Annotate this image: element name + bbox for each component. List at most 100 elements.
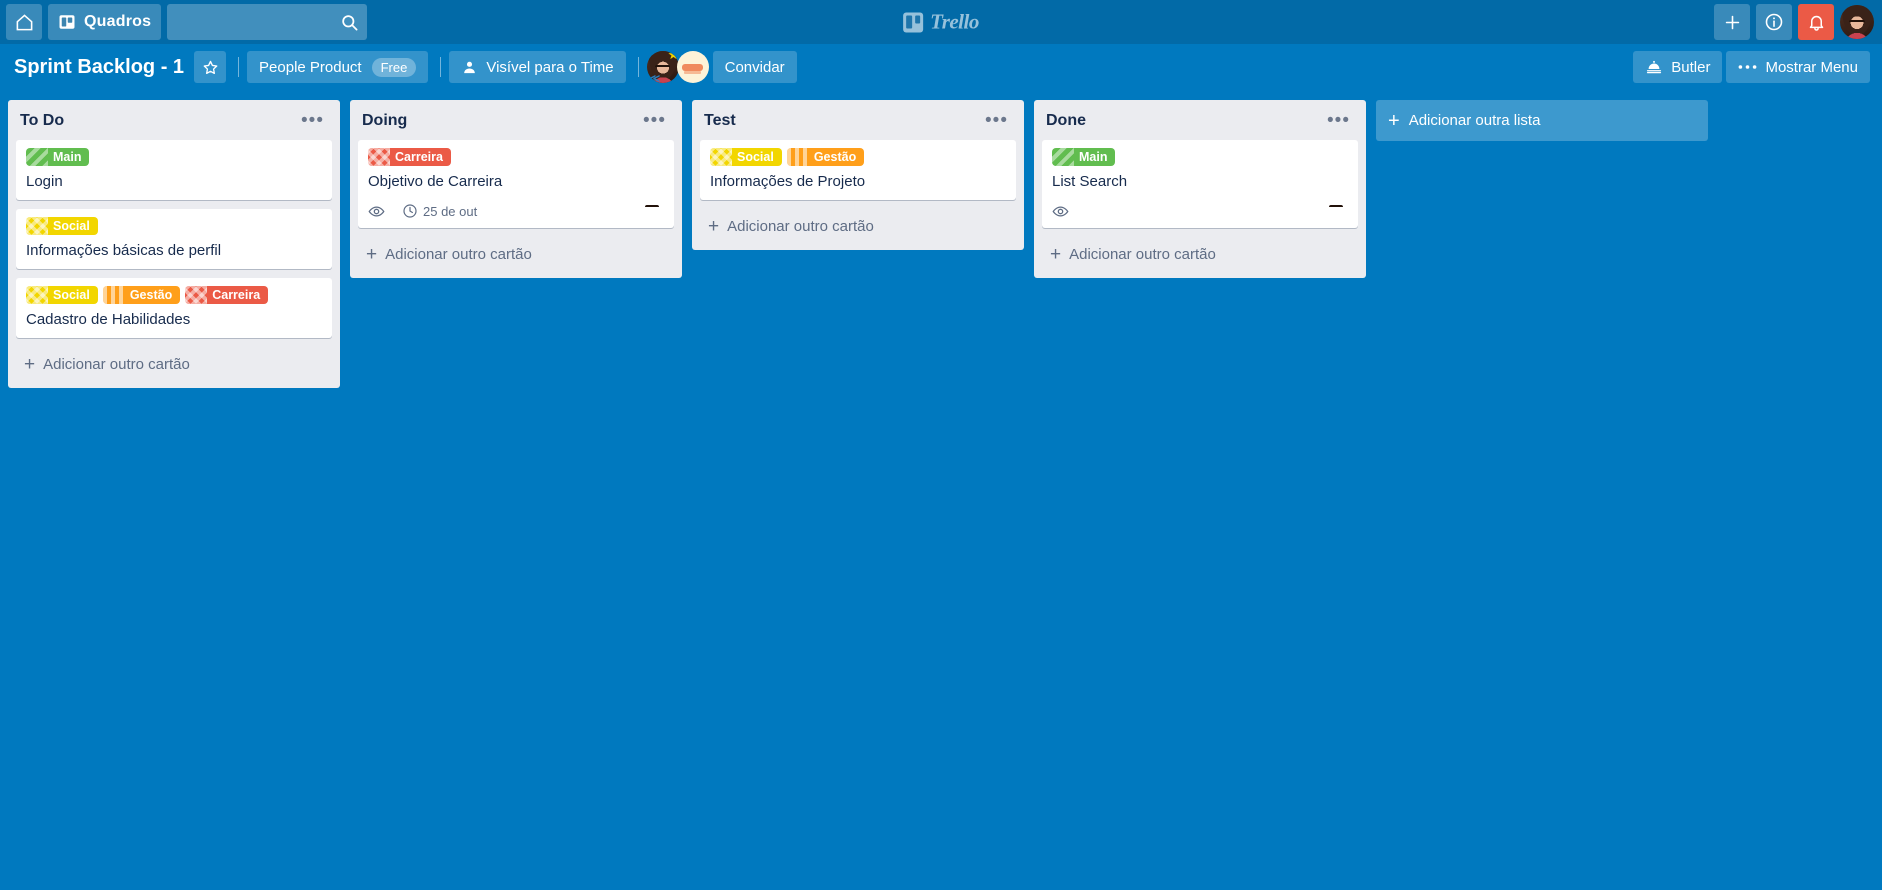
butler-dome-icon bbox=[1645, 58, 1663, 76]
team-button[interactable]: People Product Free bbox=[247, 51, 429, 83]
list-header: Test ••• bbox=[692, 100, 1024, 140]
list-menu-button[interactable]: ••• bbox=[295, 111, 330, 130]
header-right-actions bbox=[1714, 4, 1876, 40]
list-header: Doing ••• bbox=[350, 100, 682, 140]
card-label-social[interactable]: Social bbox=[26, 286, 98, 304]
card-title: Objetivo de Carreira bbox=[368, 173, 503, 190]
label-text: Social bbox=[53, 219, 90, 233]
add-card-button[interactable]: + Adicionar outro cartão bbox=[696, 209, 1020, 244]
star-board-button[interactable] bbox=[194, 51, 227, 83]
info-icon bbox=[1764, 12, 1784, 32]
card-title: Informações de Projeto bbox=[710, 173, 866, 190]
list-title[interactable]: Done bbox=[1046, 112, 1321, 130]
card-label-main[interactable]: Main bbox=[1052, 148, 1116, 166]
boards-label: Quadros bbox=[84, 13, 152, 30]
search-icon[interactable] bbox=[337, 10, 361, 34]
card-member-avatar[interactable] bbox=[638, 193, 666, 221]
butler-button[interactable]: Butler bbox=[1633, 51, 1723, 83]
card-label-carreira[interactable]: Carreira bbox=[185, 286, 269, 304]
card[interactable]: Carreira Objetivo de Carreira 25 de out bbox=[358, 140, 674, 228]
invite-button[interactable]: Convidar bbox=[712, 51, 797, 83]
card-badge-eye-icon bbox=[368, 203, 390, 220]
board-title[interactable]: Sprint Backlog - 1 bbox=[8, 51, 194, 83]
list-menu-button[interactable]: ••• bbox=[637, 111, 672, 130]
card-label-social[interactable]: Social bbox=[710, 148, 782, 166]
member-avatar-admin[interactable]: ★ ≪ bbox=[646, 51, 679, 83]
card-badge-eye-icon bbox=[1052, 203, 1074, 220]
trello-logo-icon bbox=[903, 12, 924, 32]
plus-icon: + bbox=[708, 216, 720, 237]
visibility-button[interactable]: Visível para o Time bbox=[449, 51, 626, 83]
plan-badge: Free bbox=[371, 57, 417, 77]
card-badge-clock-icon: 25 de out bbox=[402, 203, 477, 219]
card-labels: Carreira bbox=[368, 148, 666, 166]
list-test: Test ••• Social Gestão Informações de Pr… bbox=[692, 100, 1024, 250]
list-menu-button[interactable]: ••• bbox=[1321, 111, 1356, 130]
list-title[interactable]: Test bbox=[704, 112, 979, 130]
card[interactable]: Social Gestão Informações de Projeto bbox=[700, 140, 1016, 200]
card-badges bbox=[1052, 200, 1350, 222]
board-icon bbox=[58, 13, 76, 31]
info-button[interactable] bbox=[1756, 4, 1792, 40]
team-name-label: People Product bbox=[259, 58, 362, 76]
add-button[interactable] bbox=[1714, 4, 1750, 40]
label-text: Main bbox=[1079, 150, 1108, 164]
card-label-social[interactable]: Social bbox=[26, 217, 98, 235]
home-button[interactable] bbox=[6, 4, 42, 40]
notifications-button[interactable] bbox=[1798, 4, 1834, 40]
add-another-list-button[interactable]: + Adicionar outra lista bbox=[1376, 100, 1708, 141]
card-member-avatar[interactable] bbox=[980, 165, 1008, 193]
search-container bbox=[167, 4, 368, 40]
list-menu-button[interactable]: ••• bbox=[979, 111, 1014, 130]
visibility-label: Visível para o Time bbox=[486, 58, 614, 76]
ellipsis-icon bbox=[1738, 64, 1757, 70]
label-text: Main bbox=[53, 150, 82, 164]
label-pattern-icon bbox=[368, 148, 390, 166]
board-members: ★ ≪ bbox=[646, 51, 709, 83]
card[interactable]: Social Gestão Carreira Cadastro de Habil… bbox=[16, 278, 332, 338]
add-card-label: Adicionar outro cartão bbox=[727, 218, 874, 235]
card[interactable]: Main List Search bbox=[1042, 140, 1358, 228]
card-title: List Search bbox=[1052, 173, 1128, 190]
add-card-button[interactable]: + Adicionar outro cartão bbox=[12, 347, 336, 382]
card-labels: Social Gestão bbox=[710, 148, 1008, 166]
card-label-gestão[interactable]: Gestão bbox=[102, 286, 181, 304]
eye-icon bbox=[368, 203, 385, 220]
trello-logo[interactable]: Trello bbox=[903, 10, 979, 35]
boards-button[interactable]: Quadros bbox=[48, 4, 162, 40]
add-card-button[interactable]: + Adicionar outro cartão bbox=[354, 237, 678, 272]
list-title[interactable]: Doing bbox=[362, 112, 637, 130]
label-text: Social bbox=[737, 150, 774, 164]
label-text: Social bbox=[53, 288, 90, 302]
card-label-main[interactable]: Main bbox=[26, 148, 90, 166]
card[interactable]: Main Login bbox=[16, 140, 332, 200]
list-cards: Carreira Objetivo de Carreira 25 de out bbox=[350, 140, 682, 228]
divider-3 bbox=[637, 57, 639, 77]
clock-icon bbox=[402, 203, 418, 219]
plus-icon: + bbox=[24, 354, 36, 375]
show-menu-button[interactable]: Mostrar Menu bbox=[1726, 51, 1870, 83]
list-header: To Do ••• bbox=[8, 100, 340, 140]
label-pattern-icon bbox=[26, 286, 48, 304]
board-bar: Sprint Backlog - 1 People Product Free V… bbox=[0, 44, 1882, 90]
list-cards: Main Login Social Informações básicas de… bbox=[8, 140, 340, 338]
user-avatar-button[interactable] bbox=[1840, 5, 1874, 39]
card-labels: Social Gestão Carreira bbox=[26, 286, 324, 304]
list-title[interactable]: To Do bbox=[20, 112, 295, 130]
label-pattern-icon bbox=[1052, 148, 1074, 166]
card[interactable]: Social Informações básicas de perfil bbox=[16, 209, 332, 269]
label-text: Gestão bbox=[813, 150, 857, 164]
board-bar-right: Butler Mostrar Menu bbox=[1633, 51, 1874, 83]
card-label-gestão[interactable]: Gestão bbox=[786, 148, 865, 166]
label-pattern-icon bbox=[102, 286, 125, 304]
card-member-avatar[interactable] bbox=[1322, 193, 1350, 221]
list-cards: Social Gestão Informações de Projeto bbox=[692, 140, 1024, 200]
card-badges: 25 de out bbox=[368, 200, 666, 222]
card-labels: Social bbox=[26, 217, 324, 235]
member-avatar-second[interactable] bbox=[676, 51, 709, 83]
card-label-carreira[interactable]: Carreira bbox=[368, 148, 451, 166]
show-menu-label: Mostrar Menu bbox=[1765, 58, 1858, 76]
card-title: Informações básicas de perfil bbox=[26, 242, 222, 259]
divider-2 bbox=[440, 57, 442, 77]
add-card-button[interactable]: + Adicionar outro cartão bbox=[1038, 237, 1362, 272]
